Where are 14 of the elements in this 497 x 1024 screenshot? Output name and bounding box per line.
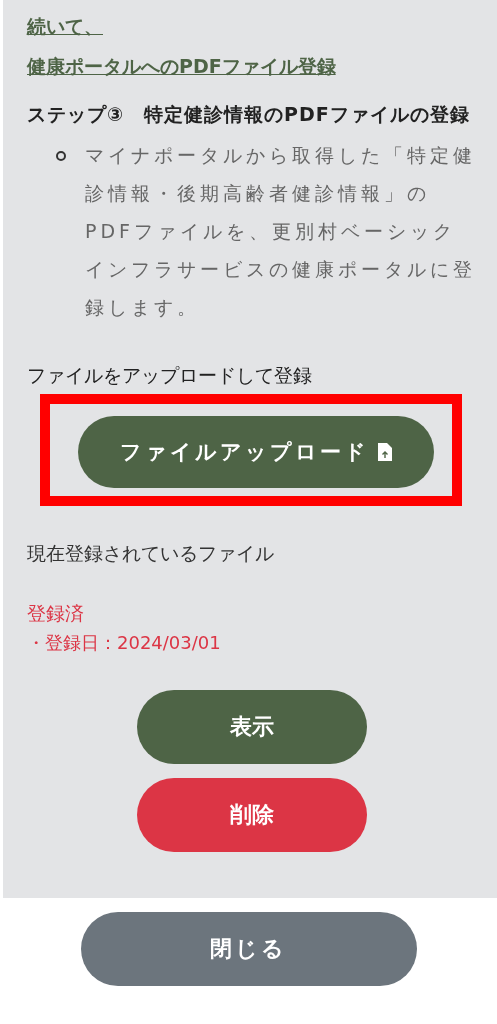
delete-button[interactable]: 削除 [137,778,367,852]
page-link[interactable]: 健康ポータルへのPDFファイル登録 [27,48,336,84]
page-link[interactable]: 続いて、 [27,8,103,44]
upload-label: ファイルをアップロードして登録 [27,363,313,388]
bullet-icon [55,150,67,162]
bullet-text: マイナポータルから取得した「特定健診情報・後期高齢者健診情報」のPDFファイルを、更別村ベーシックインフラサービスの健康ポータルに登録します。 [85,143,477,320]
step-heading: ステップ③ 特定健診情報のPDFファイルの登録 [27,102,471,127]
current-file-heading: 現在登録されているファイル [27,541,275,566]
registration-date: ・登録日：2024/03/01 [27,631,222,655]
status-text: 登録済 [27,601,85,626]
file-upload-icon [376,442,393,462]
view-button[interactable]: 表示 [137,690,367,764]
close-button[interactable]: 閉じる [80,912,417,986]
upload-button[interactable]: ファイルアップロード [78,416,434,488]
